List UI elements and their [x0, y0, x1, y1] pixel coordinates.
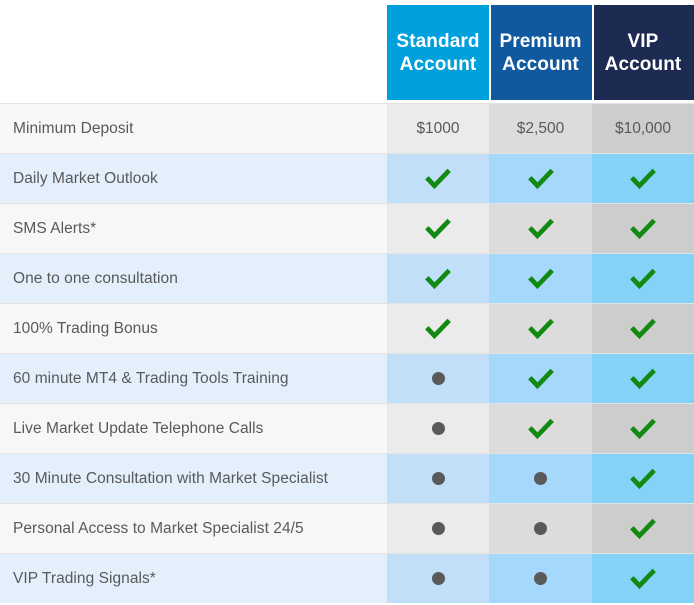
column-header-standard-line1: Standard [396, 30, 480, 52]
check-icon [630, 316, 656, 342]
dot-icon [431, 522, 445, 535]
feature-label: 30 Minute Consultation with Market Speci… [0, 454, 387, 503]
included-premium [489, 304, 592, 353]
table-row: 30 Minute Consultation with Market Speci… [0, 453, 694, 503]
check-icon [630, 216, 656, 242]
feature-label: Minimum Deposit [0, 104, 387, 153]
feature-label: 60 minute MT4 & Trading Tools Training [0, 354, 387, 403]
not-included-premium [489, 504, 592, 553]
not-included-standard [387, 554, 489, 603]
dot-icon [431, 372, 445, 385]
table-row: One to one consultation [0, 253, 694, 303]
column-header-premium-line1: Premium [499, 30, 582, 52]
dot-icon [431, 422, 445, 435]
check-icon [630, 466, 656, 492]
column-header-vip-line2: Account [604, 53, 682, 75]
check-icon [630, 166, 656, 192]
table-row: Live Market Update Telephone Calls [0, 403, 694, 453]
included-premium [489, 204, 592, 253]
table-row: Personal Access to Market Specialist 24/… [0, 503, 694, 553]
dot-icon [431, 572, 445, 585]
included-standard [387, 204, 489, 253]
check-icon [425, 216, 451, 242]
feature-label: Live Market Update Telephone Calls [0, 404, 387, 453]
table-header-row: Standard Account Premium Account VIP Acc… [387, 5, 694, 100]
table-row: 60 minute MT4 & Trading Tools Training [0, 353, 694, 403]
dot-icon [534, 472, 547, 485]
check-icon [527, 316, 554, 342]
table-row: Minimum Deposit $1000 $2,500 $10,000 [0, 103, 694, 153]
included-vip [592, 304, 694, 353]
included-vip [592, 354, 694, 403]
check-icon [425, 316, 451, 342]
value-standard: $1000 [387, 104, 489, 153]
included-vip [592, 454, 694, 503]
check-icon [630, 416, 656, 442]
column-header-standard[interactable]: Standard Account [387, 5, 489, 100]
not-included-premium [489, 554, 592, 603]
value-premium: $2,500 [489, 104, 592, 153]
included-vip [592, 254, 694, 303]
included-premium [489, 154, 592, 203]
header-divider-2 [592, 5, 594, 100]
header-divider-1 [489, 5, 491, 100]
included-premium [489, 354, 592, 403]
included-vip [592, 154, 694, 203]
dot-icon [534, 572, 547, 585]
dot-icon [534, 522, 547, 535]
not-included-premium [489, 454, 592, 503]
check-icon [425, 266, 451, 292]
table-row: VIP Trading Signals* [0, 553, 694, 603]
included-vip [592, 404, 694, 453]
column-header-premium[interactable]: Premium Account [489, 5, 592, 100]
included-standard [387, 304, 489, 353]
feature-label: 100% Trading Bonus [0, 304, 387, 353]
check-icon [527, 416, 554, 442]
check-icon [527, 366, 554, 392]
column-header-vip-line1: VIP [627, 30, 659, 52]
account-comparison-table: Standard Account Premium Account VIP Acc… [0, 0, 694, 605]
dot-icon [431, 472, 445, 485]
table-body: Minimum Deposit $1000 $2,500 $10,000 Daily M… [0, 103, 694, 603]
check-icon [630, 566, 656, 592]
included-standard [387, 154, 489, 203]
not-included-standard [387, 354, 489, 403]
not-included-standard [387, 454, 489, 503]
column-header-vip[interactable]: VIP Account [592, 5, 694, 100]
included-standard [387, 254, 489, 303]
included-vip [592, 504, 694, 553]
check-icon [527, 266, 554, 292]
feature-label: VIP Trading Signals* [0, 554, 387, 603]
value-vip: $10,000 [592, 104, 694, 153]
feature-label: One to one consultation [0, 254, 387, 303]
check-icon [527, 166, 554, 192]
included-premium [489, 254, 592, 303]
feature-label: Daily Market Outlook [0, 154, 387, 203]
column-header-standard-line2: Account [399, 53, 477, 75]
check-icon [527, 216, 554, 242]
feature-label: Personal Access to Market Specialist 24/… [0, 504, 387, 553]
feature-label: SMS Alerts* [0, 204, 387, 253]
check-icon [630, 266, 656, 292]
included-vip [592, 204, 694, 253]
included-premium [489, 404, 592, 453]
check-icon [630, 516, 656, 542]
check-icon [630, 366, 656, 392]
column-header-premium-line2: Account [502, 53, 579, 75]
table-row: SMS Alerts* [0, 203, 694, 253]
table-row: Daily Market Outlook [0, 153, 694, 203]
not-included-standard [387, 504, 489, 553]
included-vip [592, 554, 694, 603]
check-icon [425, 166, 451, 192]
not-included-standard [387, 404, 489, 453]
table-row: 100% Trading Bonus [0, 303, 694, 353]
